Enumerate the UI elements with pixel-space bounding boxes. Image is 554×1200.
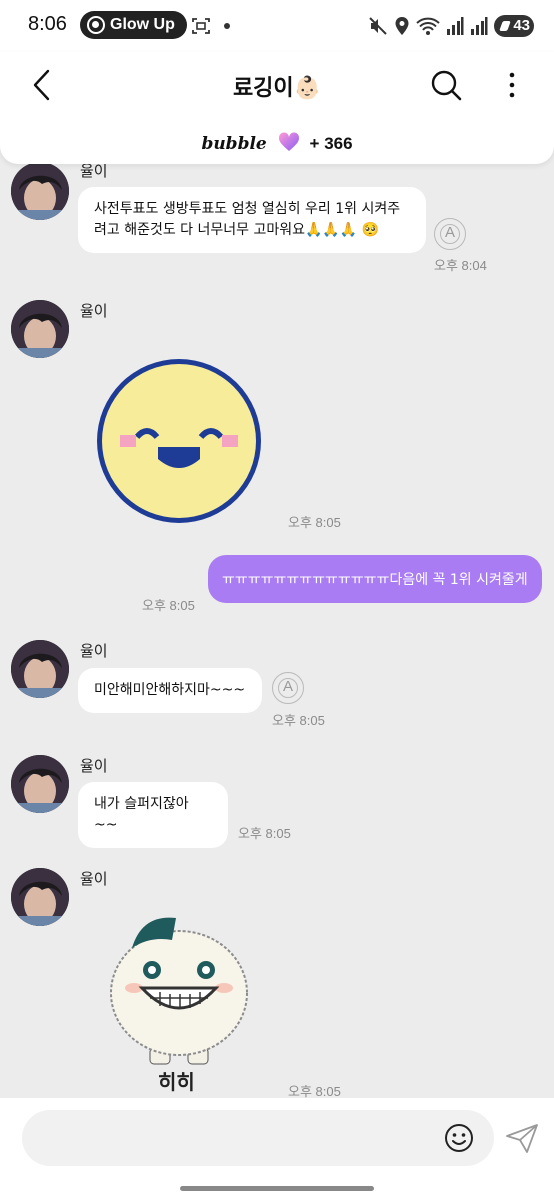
message-bubble[interactable]: 내가 슬퍼지잖아~~ bbox=[78, 782, 228, 848]
send-button[interactable] bbox=[505, 1122, 539, 1154]
message-input[interactable] bbox=[22, 1110, 494, 1166]
home-indicator[interactable] bbox=[180, 1186, 374, 1191]
reply-icon[interactable] bbox=[272, 672, 304, 704]
avatar[interactable] bbox=[11, 868, 69, 926]
message-time: 오후 8:05 bbox=[272, 713, 325, 728]
sender-name: 율이 bbox=[80, 757, 108, 775]
avatar[interactable] bbox=[11, 755, 69, 813]
heart-icon bbox=[279, 132, 300, 151]
sender-name: 율이 bbox=[80, 302, 108, 320]
message-time: 오후 8:05 bbox=[288, 515, 341, 530]
message-time: 오후 8:05 bbox=[142, 598, 195, 613]
message-time: 오후 8:05 bbox=[238, 826, 291, 841]
bubble-logo: bubble bbox=[201, 134, 267, 154]
chat-title: 료깅이👶🏻 bbox=[232, 76, 322, 101]
emoji-button[interactable] bbox=[444, 1123, 474, 1153]
sender-name: 율이 bbox=[80, 870, 108, 888]
chat-area: 율이 사전투표도 생방투표도 엄청 열심히 우리 1위 시켜주려고 해준것도 다… bbox=[0, 0, 554, 1200]
avatar[interactable] bbox=[11, 640, 69, 698]
bubble-status: bubble + 366 bbox=[0, 132, 554, 154]
sticker-caption: 히히 bbox=[158, 1070, 195, 1094]
chat-header: 료깅이👶🏻 bubble + 366 bbox=[0, 52, 554, 164]
message-bubble[interactable]: 미안해미안해하지마~~~ bbox=[78, 668, 262, 713]
reply-icon[interactable] bbox=[434, 218, 466, 250]
message-input-bar bbox=[0, 1098, 554, 1200]
more-options-button[interactable] bbox=[500, 66, 524, 104]
avatar[interactable] bbox=[11, 162, 69, 220]
sender-name: 율이 bbox=[80, 642, 108, 660]
pixel-smiley-sticker[interactable] bbox=[92, 355, 266, 527]
message-bubble[interactable]: 사전투표도 생방투표도 엄청 열심히 우리 1위 시켜주려고 해준것도 다 너무… bbox=[78, 187, 426, 253]
search-button[interactable] bbox=[428, 66, 464, 104]
message-time: 오후 8:04 bbox=[434, 258, 487, 273]
avatar[interactable] bbox=[11, 300, 69, 358]
bubble-count: + 366 bbox=[309, 134, 353, 153]
my-message-bubble[interactable]: ㅠㅠㅠㅠㅠㅠㅠㅠㅠㅠㅠㅠㅠ다음에 꼭 1위 시켜줄게 bbox=[208, 555, 542, 603]
